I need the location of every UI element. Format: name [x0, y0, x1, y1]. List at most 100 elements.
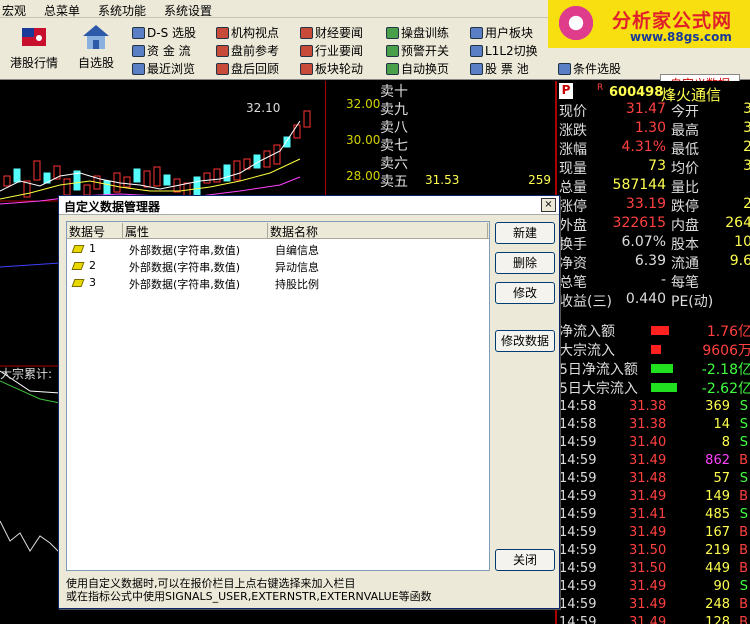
tick-qty: 219	[705, 543, 730, 558]
delete-button[interactable]: 删除	[495, 252, 555, 274]
tick-row: 14:59 31.50 219 B	[559, 543, 750, 561]
help-line-1: 使用自定义数据时,可以在报价栏目上点右键选择来加入栏目	[66, 577, 356, 590]
tick-time: 14:59	[559, 453, 597, 468]
flow-key: 5日净流入额	[559, 362, 638, 378]
l1l2-switch-button[interactable]: L1L2切换	[470, 42, 538, 59]
autopage-icon	[386, 63, 399, 75]
list-item[interactable]: 2 外部数据(字符串,数值) 异动信息	[67, 258, 489, 275]
sell5-price: 31.53	[425, 173, 460, 187]
quote-key: 现量	[559, 161, 587, 177]
watchlist-label: 自选股	[77, 56, 114, 70]
tick-row: 14:59 31.49 248 B	[559, 597, 750, 615]
stock-pool-button[interactable]: 股 票 池	[470, 60, 529, 77]
tick-row: 14:59 31.40 8 S	[559, 435, 750, 453]
col-attribute[interactable]: 属性	[123, 223, 268, 239]
industry-icon	[300, 45, 313, 57]
tick-side: S	[739, 471, 748, 486]
finance-news-button[interactable]: 财经要闻	[300, 24, 363, 41]
conditional-select-button[interactable]: 条件选股	[558, 60, 621, 77]
tick-side: B	[739, 453, 748, 468]
candle	[83, 184, 91, 196]
data-list[interactable]: 数据号 属性 数据名称 1 外部数据(字符串,数值) 自编信息 2 外部数据(字…	[66, 221, 490, 571]
quote-key-2: 量比	[671, 180, 699, 196]
quote-key: 外盘	[559, 218, 587, 234]
tick-row: 14:59 31.41 485 S	[559, 507, 750, 525]
alert-toggle-button[interactable]: 预警开关	[386, 42, 449, 59]
modify-button[interactable]: 修改	[495, 282, 555, 304]
tick-qty: 14	[713, 417, 730, 432]
recent-browse-button[interactable]: 最近浏览	[132, 60, 195, 77]
quote-value: 33.19	[625, 196, 666, 212]
tick-side: S	[739, 435, 748, 450]
ds-select-button[interactable]: D-S 选股	[132, 24, 196, 41]
quote-value-2: 9.6	[729, 253, 750, 269]
candle	[143, 170, 151, 188]
quote-row: 换手 6.07% 股本 10	[559, 234, 750, 253]
tick-side: B	[739, 597, 748, 612]
tick-row: 14:59 31.50 449 B	[559, 561, 750, 579]
flow-bar	[651, 326, 669, 335]
premarket-button[interactable]: 盘前参考	[216, 42, 279, 59]
quote-key: 总笔	[559, 275, 587, 291]
quote-row: 总量 587144 量比	[559, 177, 750, 196]
tick-qty: 149	[705, 489, 730, 504]
dialog-title: 自定义数据管理器	[64, 200, 161, 214]
tick-qty: 57	[713, 471, 730, 486]
col-number[interactable]: 数据号	[67, 223, 123, 239]
tick-side: S	[739, 579, 748, 594]
industry-news-button[interactable]: 行业要闻	[300, 42, 363, 59]
tick-qty: 449	[705, 561, 730, 576]
quote-header: P R 600498 烽火通信	[557, 83, 750, 104]
candle	[293, 124, 301, 139]
tick-side: B	[739, 489, 748, 504]
capital-flow-button[interactable]: 资 金 流	[132, 42, 191, 59]
menu-system-settings[interactable]: 系统设置	[164, 2, 212, 19]
dialog-title-bar[interactable]: 自定义数据管理器 ×	[59, 196, 559, 215]
close-button[interactable]: 关闭	[495, 549, 555, 571]
hk-quotes-button[interactable]: 港股行情	[4, 20, 64, 78]
finance-news-label: 财经要闻	[315, 26, 364, 40]
sector-rotation-label: 板块轮动	[315, 62, 364, 76]
watchlist-button[interactable]: 自选股	[70, 20, 122, 78]
candle	[213, 168, 221, 183]
quote-value: 1.30	[634, 120, 666, 136]
after-market-button[interactable]: 盘后回顾	[216, 60, 279, 77]
quote-key-2: 每笔	[671, 275, 699, 291]
tick-side: S	[739, 399, 748, 414]
auto-page-button[interactable]: 自动换页	[386, 60, 449, 77]
trading-practice-label: 操盘训练	[401, 26, 450, 40]
institution-view-button[interactable]: 机构视点	[216, 24, 279, 41]
tick-price: 31.41	[629, 507, 667, 522]
sector-rotation-button[interactable]: 板块轮动	[300, 60, 363, 77]
tick-time: 14:59	[559, 597, 597, 612]
tick-qty: 8	[721, 435, 730, 450]
menu-main[interactable]: 总菜单	[44, 2, 80, 19]
stock-pool-label: 股 票 池	[485, 62, 529, 76]
list-item[interactable]: 1 外部数据(字符串,数值) 自编信息	[67, 241, 489, 258]
quote-key: 涨幅	[559, 142, 587, 158]
user-sector-button[interactable]: 用户板块	[470, 24, 533, 41]
col-data-name[interactable]: 数据名称	[268, 223, 488, 239]
menu-macro[interactable]: 宏观	[2, 2, 26, 19]
modify-data-button[interactable]: 修改数据	[495, 330, 555, 352]
quote-row: 现量 73 均价 3	[559, 158, 750, 177]
quote-key-2: 最低	[671, 142, 699, 158]
quote-key-2: 股本	[671, 237, 699, 253]
dialog-help-text: 使用自定义数据时,可以在报价栏目上点右键选择来加入栏目 或在指标公式中使用SIG…	[66, 577, 556, 603]
quote-value-2: 3	[743, 158, 750, 174]
quote-value-2: 3	[743, 101, 750, 117]
tick-time: 14:59	[559, 435, 597, 450]
list-item[interactable]: 3 外部数据(字符串,数值) 持股比例	[67, 275, 489, 292]
close-icon[interactable]: ×	[541, 198, 556, 212]
quote-value: 73	[648, 158, 666, 174]
quote-value-2: 3	[743, 120, 750, 136]
new-button[interactable]: 新建	[495, 222, 555, 244]
flow-row: 大宗流入 9606万	[559, 340, 750, 359]
tick-price: 31.48	[629, 471, 667, 486]
capital-icon	[132, 45, 145, 57]
trading-practice-button[interactable]: 操盘训练	[386, 24, 449, 41]
quote-key-2: 今开	[671, 104, 699, 120]
practice-icon	[386, 27, 399, 39]
tick-price: 31.49	[629, 597, 667, 612]
menu-system-function[interactable]: 系统功能	[98, 2, 146, 19]
